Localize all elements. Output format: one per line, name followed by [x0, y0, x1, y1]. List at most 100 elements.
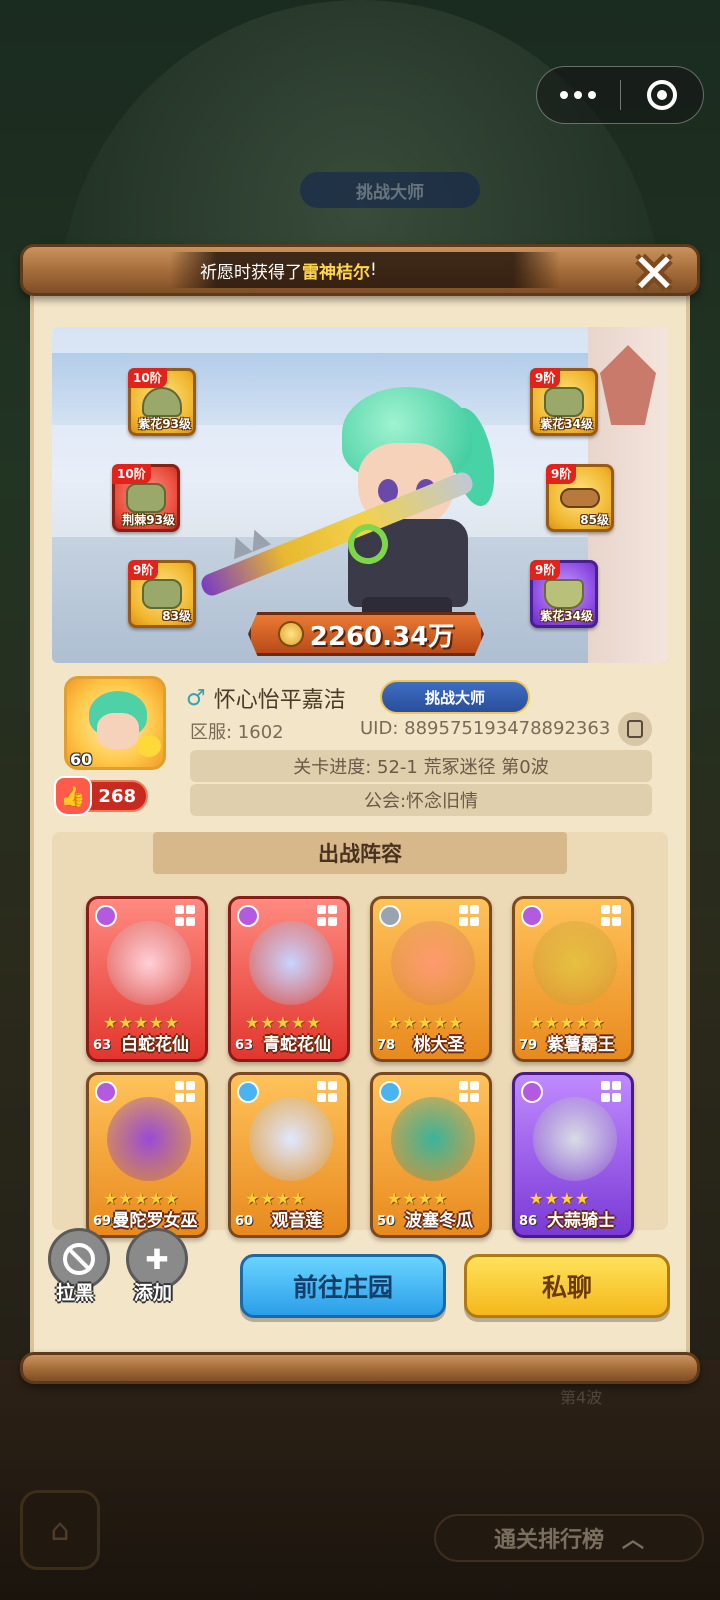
visit-garden-button[interactable]: 前往庄园: [240, 1254, 446, 1318]
more-dots-icon: [560, 91, 569, 99]
miniprogram-capsule: [536, 66, 704, 124]
like-button[interactable]: 👍 268: [54, 776, 148, 816]
hero-card[interactable]: ★★★★ 86 大蒜骑士: [512, 1072, 634, 1238]
male-icon: ♂: [186, 685, 206, 711]
hero-card[interactable]: ★★★★ 50 波塞冬瓜: [370, 1072, 492, 1238]
guild-info: 公会:怀念旧情: [190, 784, 652, 816]
block-label: 拉黑: [56, 1282, 95, 1304]
hero-card[interactable]: ★★★★★ 78 桃大圣: [370, 896, 492, 1062]
equipment-tier: 9阶: [530, 560, 561, 580]
copy-icon: [627, 720, 643, 738]
server-info: 区服: 1602: [190, 722, 284, 743]
player-name-row: ♂ 怀心怡平嘉洁: [186, 682, 346, 714]
equipment-level: 85级: [580, 513, 609, 527]
player-name: 怀心怡平嘉洁: [213, 688, 346, 713]
hero-card[interactable]: ★★★★★ 63 青蛇花仙: [228, 896, 350, 1062]
equipment-slot-hat[interactable]: 10阶 紫花93级: [128, 368, 196, 436]
equipment-slot-belt[interactable]: 9阶 85级: [546, 464, 614, 532]
grid-icon: [175, 905, 197, 927]
grid-icon: [601, 905, 623, 927]
equipment-tier: 9阶: [128, 560, 159, 580]
hero-portrait: [391, 1097, 475, 1181]
close-icon: ✕: [631, 242, 677, 305]
lineup-title: 出战阵容: [153, 832, 567, 874]
add-friend-label: 添加: [134, 1282, 173, 1304]
element-icon: [379, 905, 401, 927]
equipment-slot-glove[interactable]: 10阶 荆棘93级: [112, 464, 180, 532]
grid-icon: [175, 1081, 197, 1103]
hero-name: 桃大圣: [413, 1035, 465, 1055]
close-button[interactable]: ✕: [620, 242, 688, 306]
notice-prefix: 祈愿时获得了: [200, 262, 302, 283]
element-icon: [521, 905, 543, 927]
equipment-level: 紫花93级: [138, 417, 191, 431]
pants-icon: [142, 579, 182, 609]
hero-portrait: [249, 921, 333, 1005]
thumbs-up-icon: 👍: [54, 776, 92, 816]
equipment-tier: 10阶: [112, 464, 151, 484]
duck-icon: [137, 735, 161, 757]
equipment-slot-boots[interactable]: 9阶 紫花34级: [530, 560, 598, 628]
hero-name: 青蛇花仙: [263, 1035, 331, 1055]
hero-portrait: [249, 1097, 333, 1181]
hero-name: 紫薯霸王: [547, 1035, 615, 1055]
scroll-bottom-rod: [20, 1352, 700, 1384]
hero-name: 波塞冬瓜: [405, 1211, 473, 1231]
equipment-level: 83级: [162, 609, 191, 623]
wish-notice-banner: 祈愿时获得了 雷神桔尔 !: [170, 252, 560, 288]
notice-highlight: 雷神桔尔: [302, 262, 370, 283]
hat-icon: [142, 387, 182, 417]
equipment-tier: 9阶: [546, 464, 577, 484]
player-level: 60: [70, 750, 93, 769]
hero-name: 大蒜骑士: [547, 1211, 615, 1231]
grid-icon: [317, 1081, 339, 1103]
element-icon: [237, 1081, 259, 1103]
add-user-icon: ✚: [145, 1242, 169, 1276]
boots-icon: [544, 579, 584, 609]
medal-icon: [277, 621, 304, 647]
belt-icon: [560, 488, 600, 508]
equipment-tier: 9阶: [530, 368, 561, 388]
combat-power-value: 2260.34万: [309, 621, 455, 652]
element-icon: [95, 1081, 117, 1103]
grid-icon: [601, 1081, 623, 1103]
element-icon: [379, 1081, 401, 1103]
hero-name: 白蛇花仙: [121, 1035, 189, 1055]
copy-uid-button[interactable]: [618, 712, 652, 746]
hero-portrait: [533, 1097, 617, 1181]
hero-portrait: [107, 921, 191, 1005]
element-icon: [521, 1081, 543, 1103]
target-icon: [646, 80, 677, 110]
hero-card[interactable]: ★★★★★ 69 曼陀罗女巫: [86, 1072, 208, 1238]
glove-icon: [126, 483, 166, 513]
grid-icon: [459, 905, 481, 927]
exit-miniprogram-button[interactable]: [621, 80, 704, 110]
hero-card[interactable]: ★★★★★ 79 紫薯霸王: [512, 896, 634, 1062]
equipment-level: 紫花34级: [540, 609, 593, 623]
combat-power-banner: 2260.34万: [248, 612, 484, 656]
hero-card[interactable]: ★★★★★ 63 白蛇花仙: [86, 896, 208, 1062]
armor-icon: [544, 387, 584, 417]
hero-portrait: [533, 921, 617, 1005]
ban-icon: [63, 1243, 95, 1275]
equipment-slot-pants[interactable]: 9阶 83级: [128, 560, 196, 628]
equipment-tier: 10阶: [128, 368, 167, 388]
element-icon: [95, 905, 117, 927]
equipment-level: 荆棘93级: [122, 513, 175, 527]
title-badge: 挑战大师: [380, 680, 530, 714]
hero-card[interactable]: ★★★★ 60 观音莲: [228, 1072, 350, 1238]
grid-icon: [317, 905, 339, 927]
private-chat-button[interactable]: 私聊: [464, 1254, 670, 1318]
uid-info: UID: 889575193478892363: [360, 718, 611, 739]
hero-name: 曼陀罗女巫: [112, 1211, 198, 1231]
hero-portrait: [391, 921, 475, 1005]
more-menu-button[interactable]: [537, 91, 620, 99]
notice-suffix: !: [370, 260, 377, 280]
equipment-level: 紫花34级: [540, 417, 593, 431]
stage-progress: 关卡进度: 52-1 荒冢迷径 第0波: [190, 750, 652, 782]
hero-name: 观音莲: [271, 1211, 323, 1231]
like-count: 268: [98, 785, 136, 807]
element-icon: [237, 905, 259, 927]
grid-icon: [459, 1081, 481, 1103]
equipment-slot-armor[interactable]: 9阶 紫花34级: [530, 368, 598, 436]
